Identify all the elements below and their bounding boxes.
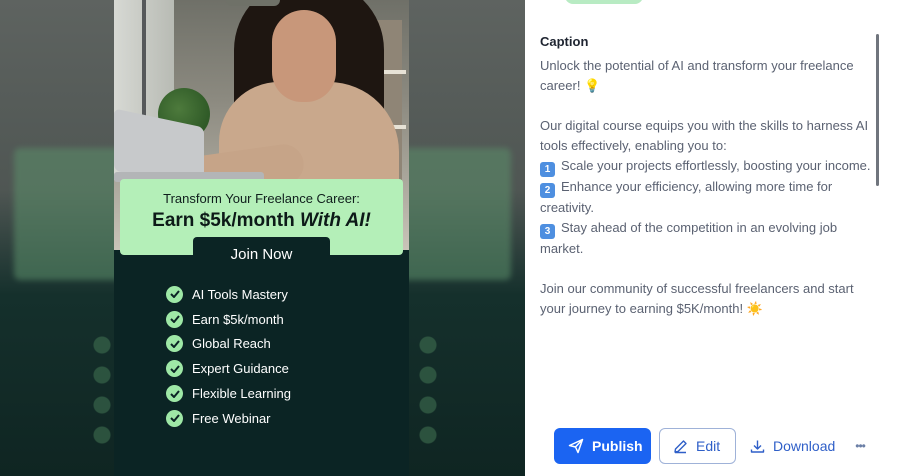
post-headline-line1: Transform Your Freelance Career: <box>163 191 360 206</box>
feature-item: Free Webinar <box>166 406 291 431</box>
post-feature-list: AI Tools Mastery Earn $5k/month Global R… <box>166 282 291 431</box>
check-circle-icon <box>166 385 183 403</box>
caption-title: Caption <box>540 34 589 49</box>
caption-point-text: Enhance your efficiency, allowing more t… <box>540 179 833 215</box>
pencil-icon <box>674 439 687 453</box>
check-circle-icon <box>166 335 183 353</box>
feature-label: Earn $5k/month <box>192 311 284 327</box>
feature-label: AI Tools Mastery <box>192 286 288 302</box>
number-badge-icon: 2 <box>540 183 555 198</box>
publish-button[interactable]: Publish <box>554 428 651 464</box>
feature-item: Global Reach <box>166 332 291 357</box>
caption-scrollbar[interactable] <box>876 34 879 186</box>
edit-label: Edit <box>696 438 721 454</box>
feature-item: Flexible Learning <box>166 381 291 406</box>
caption-lead: Our digital course equips you with the s… <box>540 118 869 153</box>
check-circle-icon <box>166 285 183 303</box>
check-circle-icon <box>166 360 183 378</box>
caption-point-text: Scale your projects effortlessly, boosti… <box>561 158 871 173</box>
edit-button[interactable]: Edit <box>659 428 736 464</box>
caption-intro: Unlock the potential of AI and transform… <box>540 58 854 93</box>
caption-point: 3 Stay ahead of the competition in an evo… <box>540 218 878 259</box>
post-cta-join-now: Join Now <box>193 237 330 271</box>
feature-label: Free Webinar <box>192 410 271 426</box>
number-badge-icon: 1 <box>540 162 555 177</box>
blurred-backdrop-dots <box>92 330 112 450</box>
blurred-backdrop-dots <box>418 330 438 450</box>
publish-label: Publish <box>592 438 643 454</box>
action-bar: Publish Edit Download ••• <box>554 428 866 464</box>
status-pill <box>565 0 643 4</box>
feature-item: Expert Guidance <box>166 356 291 381</box>
caption-point: 2 Enhance your efficiency, allowing more … <box>540 177 878 218</box>
check-circle-icon <box>166 409 183 427</box>
preview-handle <box>226 0 280 6</box>
download-button[interactable]: Download <box>748 428 835 464</box>
post-headline-accent: With AI! <box>299 210 371 231</box>
caption-text[interactable]: Unlock the potential of AI and transform… <box>540 56 878 319</box>
download-icon <box>750 440 765 453</box>
post-headline-main: Earn $5k/month With AI! <box>120 210 403 232</box>
post-preview-area: Transform Your Freelance Career: Earn $5… <box>0 0 525 476</box>
post-headline-earn: Earn $5k/month <box>152 210 295 231</box>
feature-item: Earn $5k/month <box>166 307 291 332</box>
caption-point-text: Stay ahead of the competition in an evol… <box>540 220 838 256</box>
caption-panel: Caption Unlock the potential of AI and t… <box>525 0 897 476</box>
number-badge-icon: 3 <box>540 224 555 239</box>
send-icon <box>568 438 584 454</box>
more-options-button[interactable]: ••• <box>855 428 866 464</box>
caption-outro: Join our community of successful freelan… <box>540 281 854 316</box>
feature-label: Flexible Learning <box>192 386 292 402</box>
download-label: Download <box>773 438 836 454</box>
photo-person-face <box>272 10 336 102</box>
feature-label: Expert Guidance <box>192 361 289 377</box>
feature-label: Global Reach <box>192 336 271 352</box>
post-preview: Transform Your Freelance Career: Earn $5… <box>114 0 409 476</box>
caption-point: 1 Scale your projects effortlessly, boost… <box>540 156 878 177</box>
feature-item: AI Tools Mastery <box>166 282 291 307</box>
more-icon: ••• <box>855 439 866 453</box>
check-circle-icon <box>166 310 183 328</box>
